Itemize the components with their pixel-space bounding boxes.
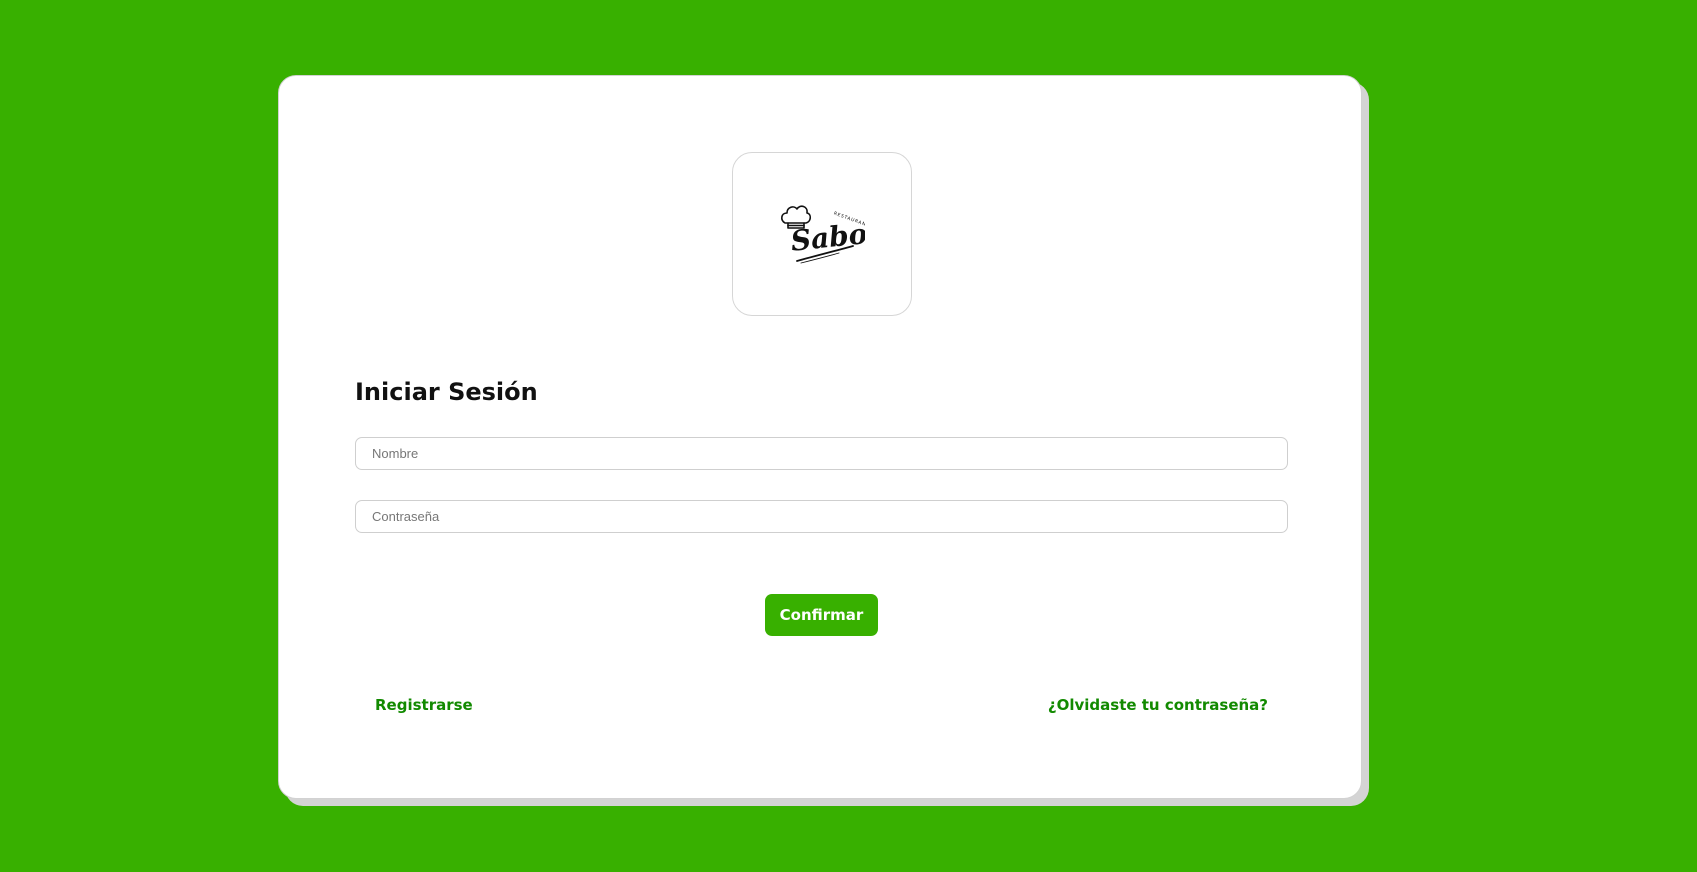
login-card: Sabor RESTAURANT Iniciar Sesión Confirma… — [278, 75, 1362, 799]
confirm-button[interactable]: Confirmar — [765, 594, 878, 636]
name-input[interactable] — [355, 437, 1288, 470]
register-link[interactable]: Registrarse — [375, 696, 473, 714]
forgot-password-link[interactable]: ¿Olvidaste tu contraseña? — [1048, 696, 1268, 714]
logo-container: Sabor RESTAURANT — [732, 152, 912, 316]
page-title: Iniciar Sesión — [355, 378, 538, 406]
sabor-logo: Sabor RESTAURANT — [781, 205, 865, 264]
password-input[interactable] — [355, 500, 1288, 533]
